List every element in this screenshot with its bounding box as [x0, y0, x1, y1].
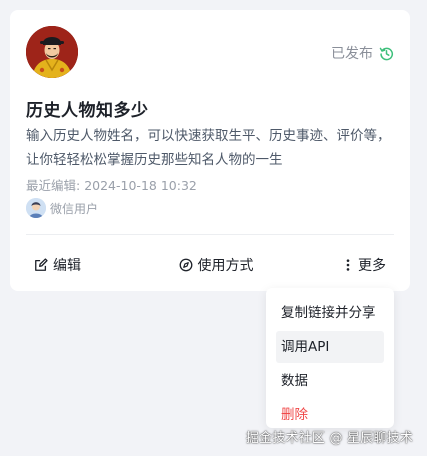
card-actions: 编辑 使用方式 更多 [26, 253, 394, 277]
menu-item-data[interactable]: 数据 [276, 365, 384, 397]
more-vertical-icon [343, 258, 353, 272]
publish-status: 已发布 [331, 43, 394, 63]
history-icon [379, 46, 394, 61]
usage-button[interactable]: 使用方式 [171, 255, 254, 275]
edit-icon [34, 258, 48, 272]
bot-description: 输入历史人物姓名，可以快速获取生平、历史事迹、评价等，让你轻轻松松掌握历史那些知… [26, 128, 391, 168]
bot-title: 历史人物知多少 [26, 101, 149, 121]
compass-icon [179, 258, 193, 272]
more-label: 更多 [358, 258, 386, 274]
edit-button[interactable]: 编辑 [26, 255, 81, 275]
author-name: 微信用户 [50, 201, 99, 216]
more-dropdown-menu: 复制链接并分享 调用API 数据 删除 [266, 288, 394, 428]
last-edited-label: 最近编辑: [26, 178, 81, 193]
watermark: 掘金技术社区 @ 星辰聊技术 [245, 431, 413, 446]
author: 微信用户 [26, 198, 98, 218]
card-divider [26, 234, 394, 235]
publish-status-label: 已发布 [331, 46, 373, 62]
edit-label: 编辑 [53, 258, 81, 274]
emperor-portrait-icon [26, 26, 78, 78]
last-edited: 最近编辑: 2024-10-18 10:32 [26, 175, 197, 194]
menu-item-call-api[interactable]: 调用API [276, 331, 384, 363]
bot-card[interactable]: 已发布 历史人物知多少 输入历史人物姓名，可以快速获取生平、历史事迹、评价等，让… [10, 10, 410, 291]
last-edited-time: 2024-10-18 10:32 [84, 178, 197, 193]
menu-item-copy-link-share[interactable]: 复制链接并分享 [276, 297, 384, 329]
user-avatar-icon [26, 198, 46, 218]
usage-label: 使用方式 [197, 258, 254, 274]
more-button[interactable]: 更多 [343, 255, 394, 275]
